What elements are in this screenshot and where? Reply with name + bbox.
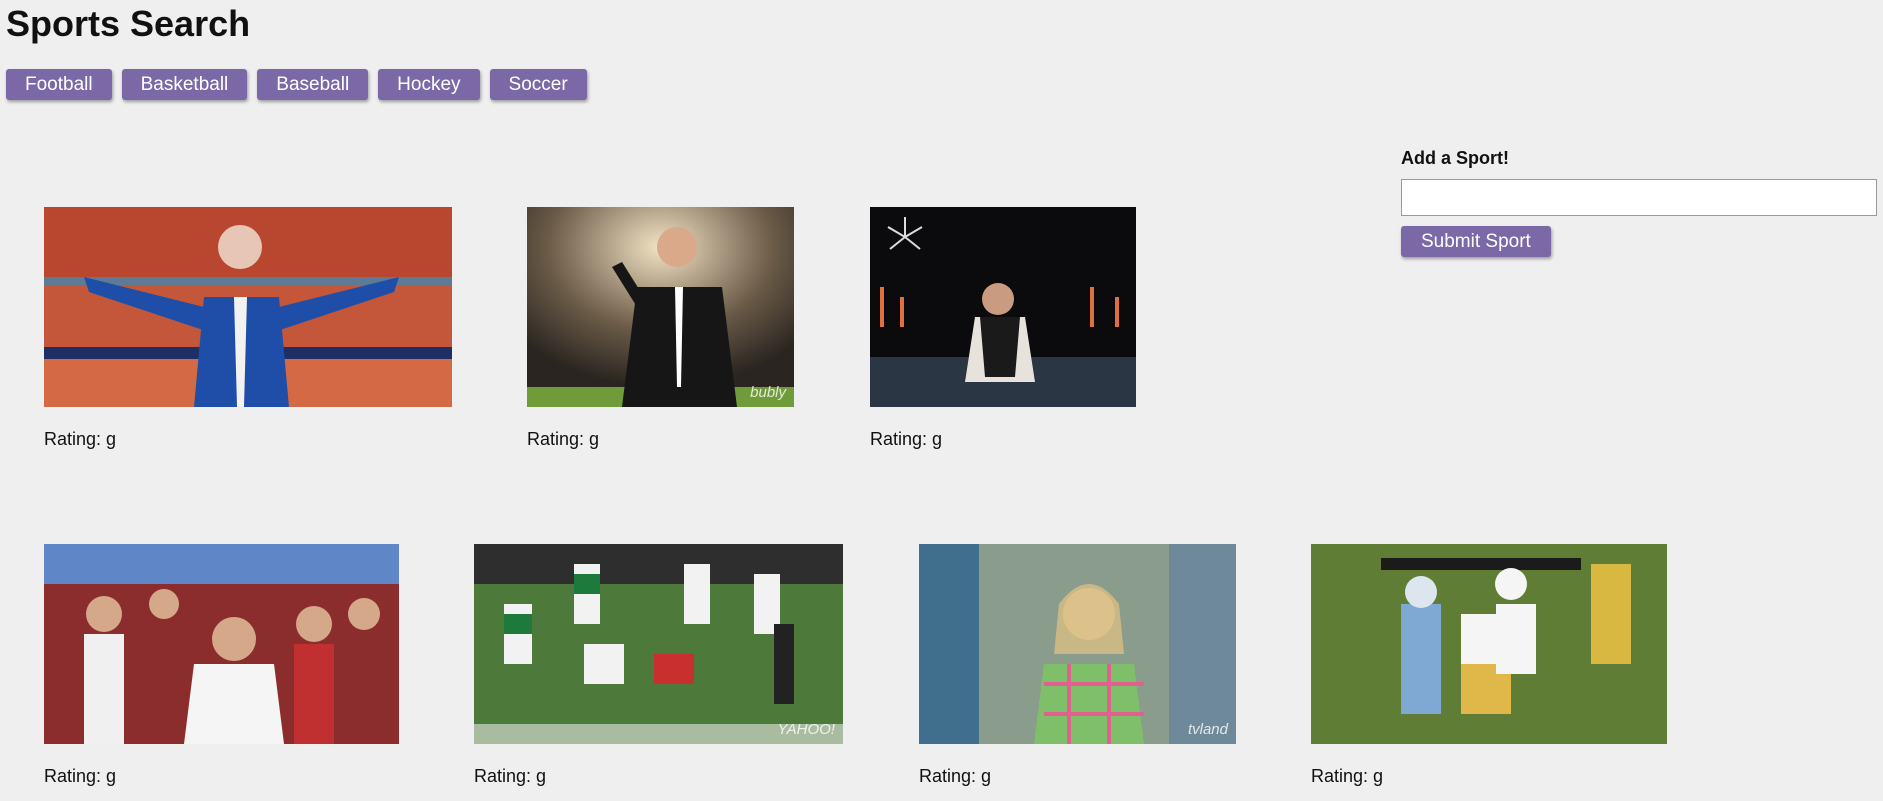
gif-watermark: YAHOO! [777,721,835,738]
gif-card: bubly Rating: g [527,207,794,450]
gif-card: YAHOO! Rating: g [474,544,843,787]
page: Sports Search Football Basketball Baseba… [0,0,1883,801]
sport-button-hockey[interactable]: Hockey [378,69,480,100]
sport-button-soccer[interactable]: Soccer [489,69,587,100]
gif-card: Rating: g [44,207,452,450]
gif-rating: Rating: g [474,766,547,786]
gif-rating: Rating: g [44,766,117,786]
gif-card: Rating: g [44,544,399,787]
man-in-black-suit-stadium-gif[interactable]: bubly [527,207,794,407]
football-touchdown-celebration-gif[interactable] [1311,544,1667,744]
man-in-blue-suit-stadium-gif[interactable] [44,207,452,407]
cheering-ohio-state-fans-gif[interactable] [44,544,399,744]
gif-watermark: bubly [750,384,786,401]
add-sport-form: Add a Sport! Submit Sport [1401,148,1877,257]
sport-button-football[interactable]: Football [6,69,112,100]
sport-button-bar: Football Basketball Baseball Hockey Socc… [6,69,587,100]
add-sport-label: Add a Sport! [1401,148,1509,168]
gif-rating: Rating: g [919,766,992,786]
sport-button-baseball[interactable]: Baseball [257,69,369,100]
gif-rating: Rating: g [44,429,117,449]
sport-button-basketball[interactable]: Basketball [121,69,248,100]
man-with-sunglasses-fireworks-gif[interactable] [870,207,1136,407]
add-sport-input[interactable] [1401,179,1877,216]
submit-sport-button[interactable]: Submit Sport [1401,226,1551,257]
gif-rating: Rating: g [870,429,943,449]
woman-in-plaid-shirt-gif[interactable]: tvland [919,544,1236,744]
football-players-on-field-gif[interactable]: YAHOO! [474,544,843,744]
gif-watermark: tvland [1187,721,1228,738]
gif-card: Rating: g [870,207,1136,450]
gif-card: Rating: g [1311,544,1667,787]
gif-rating: Rating: g [527,429,600,449]
page-title: Sports Search [6,3,251,44]
gif-card: tvland Rating: g [919,544,1236,787]
gif-rating: Rating: g [1311,766,1384,786]
